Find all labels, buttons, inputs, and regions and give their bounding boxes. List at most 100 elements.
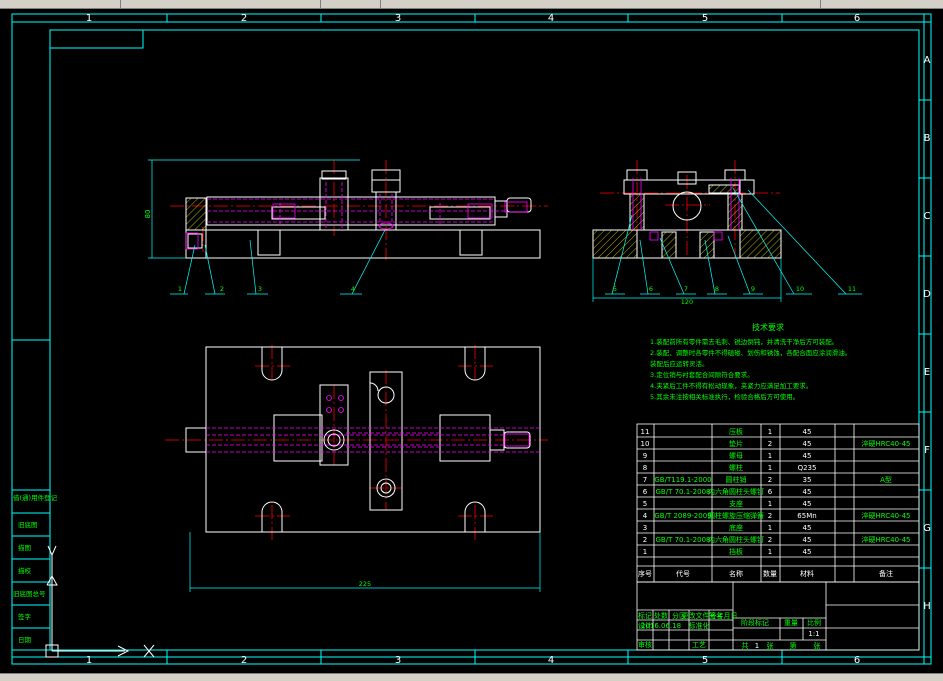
svg-text:旧底图: 旧底图 bbox=[18, 520, 38, 529]
svg-text:45: 45 bbox=[803, 428, 812, 436]
svg-text:共: 共 bbox=[742, 641, 749, 650]
svg-text:备注: 备注 bbox=[879, 569, 893, 578]
svg-text:1: 1 bbox=[768, 500, 772, 508]
parts-row: 3 底座 1 45 bbox=[643, 523, 812, 532]
svg-text:C: C bbox=[924, 211, 931, 222]
svg-text:1:1: 1:1 bbox=[808, 630, 819, 638]
svg-text:1: 1 bbox=[768, 548, 772, 556]
svg-text:内六角圆柱头螺钉: 内六角圆柱头螺钉 bbox=[708, 535, 764, 544]
parts-row: 11 压板 1 45 bbox=[641, 427, 812, 436]
svg-text:数量: 数量 bbox=[763, 569, 777, 578]
svg-text:7: 7 bbox=[643, 476, 647, 484]
parts-list-table: 11 压板 1 45 10 垫片 2 45 淬硬HRC40-45 9 螺母 1 bbox=[636, 423, 920, 583]
svg-text:7: 7 bbox=[684, 285, 688, 293]
svg-text:120: 120 bbox=[681, 298, 693, 306]
svg-text:内六角圆柱头螺钉: 内六角圆柱头螺钉 bbox=[708, 487, 764, 496]
svg-text:H: H bbox=[923, 601, 931, 612]
svg-text:9: 9 bbox=[643, 452, 647, 460]
svg-text:6: 6 bbox=[854, 655, 860, 666]
title-block-sign-rows: 设计 标准化 2016.06.18 审核 工艺 bbox=[638, 621, 710, 649]
svg-text:描图: 描图 bbox=[18, 543, 31, 552]
svg-text:80: 80 bbox=[144, 210, 152, 219]
svg-text:45: 45 bbox=[803, 500, 812, 508]
svg-text:D: D bbox=[923, 289, 931, 300]
svg-text:2: 2 bbox=[241, 655, 247, 666]
front-view-balloons: 1 2 3 4 bbox=[178, 285, 355, 293]
svg-text:3: 3 bbox=[643, 524, 647, 532]
svg-text:5: 5 bbox=[702, 13, 708, 24]
svg-text:1: 1 bbox=[755, 642, 759, 650]
svg-text:圆柱销: 圆柱销 bbox=[726, 475, 747, 484]
svg-text:65Mn: 65Mn bbox=[797, 512, 816, 520]
svg-text:45: 45 bbox=[803, 452, 812, 460]
svg-text:标记: 标记 bbox=[638, 611, 652, 620]
svg-text:技术要求: 技术要求 bbox=[752, 322, 784, 332]
svg-text:1: 1 bbox=[86, 655, 92, 666]
svg-text:底座: 底座 bbox=[729, 523, 743, 532]
svg-text:旧底图总号: 旧底图总号 bbox=[13, 589, 46, 598]
svg-text:11: 11 bbox=[848, 285, 856, 293]
svg-text:淬硬HRC40-45: 淬硬HRC40-45 bbox=[861, 439, 910, 448]
svg-text:描校: 描校 bbox=[18, 566, 32, 575]
svg-text:5: 5 bbox=[613, 285, 617, 293]
svg-text:45: 45 bbox=[803, 488, 812, 496]
svg-text:45: 45 bbox=[803, 548, 812, 556]
svg-text:6: 6 bbox=[649, 285, 653, 293]
svg-text:G: G bbox=[923, 523, 931, 534]
svg-text:GB/T 2089-2009: GB/T 2089-2009 bbox=[654, 512, 711, 520]
svg-text:11: 11 bbox=[641, 428, 650, 436]
svg-text:45: 45 bbox=[803, 524, 812, 532]
technical-requirements-notes: 技术要求 1.装配前所有零件需去毛刺、锐边倒钝，并清洗干净后方可装配。 2.装配… bbox=[650, 322, 851, 401]
parts-row: 9 螺母 1 45 bbox=[643, 451, 812, 460]
svg-text:借(通)用件登记: 借(通)用件登记 bbox=[13, 493, 58, 502]
svg-text:1: 1 bbox=[643, 548, 647, 556]
svg-text:2: 2 bbox=[220, 285, 224, 293]
svg-text:3: 3 bbox=[395, 655, 401, 666]
svg-text:圆柱螺旋压缩弹簧: 圆柱螺旋压缩弹簧 bbox=[708, 511, 764, 520]
svg-text:GB/T 70.1-2008: GB/T 70.1-2008 bbox=[655, 488, 710, 496]
svg-text:8: 8 bbox=[643, 464, 647, 472]
cad-drawing-canvas[interactable]: 1 2 3 4 5 6 1 2 3 4 5 6 A B C D E F G H bbox=[0, 8, 943, 673]
toolbar-separator bbox=[320, 0, 321, 8]
svg-text:3: 3 bbox=[395, 13, 401, 24]
svg-text:4: 4 bbox=[548, 13, 554, 24]
parts-header-row: 序号 代号 名称 数量 材料 备注 bbox=[638, 569, 893, 578]
svg-text:材料: 材料 bbox=[800, 569, 814, 578]
svg-text:A型: A型 bbox=[880, 475, 892, 484]
plan-view: 225 bbox=[165, 345, 548, 592]
svg-text:5: 5 bbox=[643, 500, 647, 508]
svg-text:3.定位销与衬套配合间隙符合要求。: 3.定位销与衬套配合间隙符合要求。 bbox=[650, 370, 754, 379]
parts-row: 1 挡板 1 45 bbox=[643, 547, 812, 556]
left-record-strip: 借(通)用件登记 旧底图 描图 描校 旧底图总号 签字 日期 bbox=[11, 339, 58, 651]
svg-text:装配后应运转灵活。: 装配后应运转灵活。 bbox=[650, 359, 709, 368]
svg-text:淬硬HRC40-45: 淬硬HRC40-45 bbox=[861, 535, 910, 544]
svg-text:2: 2 bbox=[768, 440, 772, 448]
svg-text:45: 45 bbox=[803, 536, 812, 544]
svg-text:压板: 压板 bbox=[729, 427, 743, 436]
svg-text:GB/T 70.1-2008: GB/T 70.1-2008 bbox=[655, 536, 710, 544]
parts-rows: 11 压板 1 45 10 垫片 2 45 淬硬HRC40-45 9 螺母 1 bbox=[641, 427, 911, 556]
side-view-balloons: 5 6 7 8 9 10 11 bbox=[613, 285, 856, 293]
svg-text:垫片: 垫片 bbox=[729, 439, 743, 448]
svg-text:处数: 处数 bbox=[654, 611, 668, 620]
svg-text:5.其余未注按相关标准执行，检验合格后方可使用。: 5.其余未注按相关标准执行，检验合格后方可使用。 bbox=[650, 392, 799, 401]
svg-text:挡板: 挡板 bbox=[729, 547, 743, 556]
svg-text:淬硬HRC40-45: 淬硬HRC40-45 bbox=[861, 511, 910, 520]
svg-text:8: 8 bbox=[715, 285, 719, 293]
svg-text:2: 2 bbox=[768, 536, 772, 544]
svg-text:2: 2 bbox=[241, 13, 247, 24]
svg-text:2.装配、调整时各零件不得磕碰、划伤和锈蚀，各配合面应涂润滑: 2.装配、调整时各零件不得磕碰、划伤和锈蚀，各配合面应涂润滑油。 bbox=[650, 348, 851, 357]
parts-row: 2 GB/T 70.1-2008 内六角圆柱头螺钉 2 45 淬硬HRC40-4… bbox=[643, 535, 911, 544]
svg-text:F: F bbox=[924, 445, 930, 456]
svg-text:4: 4 bbox=[643, 512, 648, 520]
svg-text:支座: 支座 bbox=[729, 499, 743, 508]
toolbar-separator bbox=[820, 0, 821, 8]
svg-text:10: 10 bbox=[641, 440, 650, 448]
svg-text:225: 225 bbox=[359, 580, 371, 588]
svg-text:9: 9 bbox=[751, 285, 755, 293]
svg-text:审核: 审核 bbox=[638, 640, 652, 649]
svg-text:序号: 序号 bbox=[638, 569, 652, 578]
svg-text:1: 1 bbox=[768, 464, 772, 472]
svg-text:Q235: Q235 bbox=[798, 464, 817, 472]
parts-row: 6 GB/T 70.1-2008 内六角圆柱头螺钉 6 45 bbox=[643, 487, 812, 496]
